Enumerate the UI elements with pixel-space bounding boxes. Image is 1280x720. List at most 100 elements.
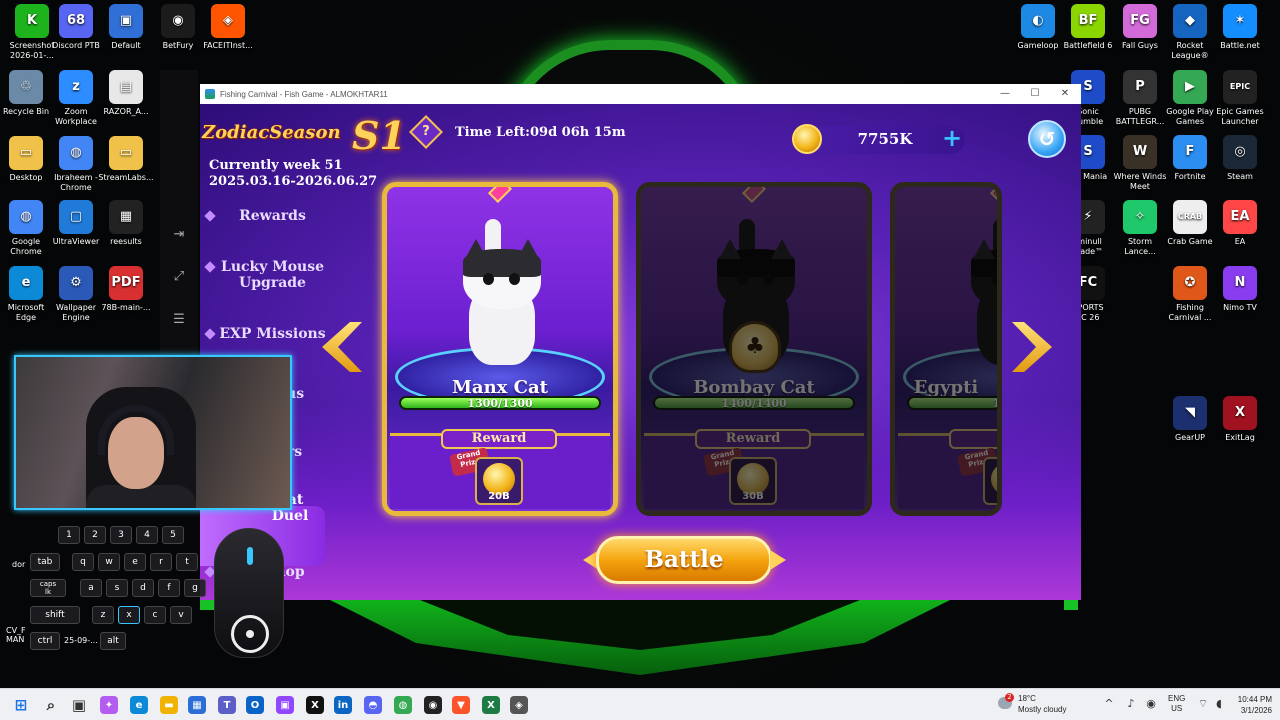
desktop-shortcut-label: ExitLag [1225,433,1255,442]
linkedin-icon[interactable]: in [334,696,352,714]
sign-in-icon[interactable]: ⇥ [172,228,186,242]
app-icon: ◈ [211,4,245,38]
volume-icon[interactable]: ◖ [1212,697,1226,711]
desktop-shortcut[interactable]: N Nimo TV [1208,266,1272,313]
mouse-overlay [214,528,284,658]
cat-ear-l [719,239,741,259]
excel-icon[interactable]: X [482,696,500,714]
prize-box: 30B [729,457,777,505]
weather-widget[interactable]: 18°C Mostly cloudy [1018,693,1066,715]
keyboard-key: 1 [58,526,80,544]
prize-box [983,457,997,505]
teams-icon[interactable]: T [218,696,236,714]
menu-item[interactable]: Rewards [200,208,345,224]
app-icon [205,89,215,99]
help-icon: ? [422,124,430,139]
menu-item[interactable]: EXP Missions [200,326,345,342]
app-icon: ▢ [59,200,93,234]
desktop-shortcut-label: Nimo TV [1223,303,1257,312]
desktop-shortcut[interactable]: PDF 78B-main-... [94,266,158,313]
app-icon: FG [1123,4,1157,38]
card-gem-icon [741,187,767,204]
time-left: Time Left:09d 06h 15m [455,125,626,140]
desktop-shortcut[interactable]: ✶ Battle.net [1208,4,1272,51]
desktop-shortcut[interactable]: ▦ reesults [94,200,158,247]
desktop-shortcut-label: reesults [110,237,142,246]
keyboard-key: w [98,553,120,571]
maximize-button[interactable]: ☐ [1020,84,1050,104]
desktop-shortcut[interactable]: ▭ StreamLabs... [94,136,158,183]
keyboard-key: e [124,553,146,571]
file-explorer-icon[interactable]: ▬ [160,696,178,714]
store-icon[interactable]: ▦ [188,696,206,714]
task-view-icon[interactable]: ▣ [70,696,88,714]
edge-icon[interactable]: e [130,696,148,714]
app-icon: ▣ [109,4,143,38]
keyboard-key: q [72,553,94,571]
prize-amount: 20B [488,491,510,502]
resize-icon[interactable]: ⤢ [172,270,186,284]
battle-button[interactable]: Battle [596,536,772,584]
cat-card[interactable]: Manx Cat 1300/1300 Reward Grand Prize 20B [382,182,618,516]
obs-icon[interactable]: ◉ [424,696,442,714]
desktop-shortcut[interactable]: EA EA [1208,200,1272,247]
copilot-icon[interactable]: ✦ [100,696,118,714]
desktop-shortcut[interactable]: ◈ FACEITInst... [196,4,260,51]
hp-bar: 1300/1300 [399,396,601,410]
menu-item[interactable]: Lucky Mouse Upgrade [200,259,345,291]
chrome-icon[interactable]: ◍ [394,696,412,714]
app-icon: ✪ [1173,266,1207,300]
close-button[interactable]: ✕ [1050,84,1080,104]
brave-icon[interactable]: ▼ [452,696,470,714]
language-indicator[interactable]: ENG US [1168,694,1185,714]
back-arrow-icon: ↺ [1038,127,1056,151]
prize-coin-icon [991,463,997,495]
desktop-shortcut[interactable]: EPIC Epic Games Launcher [1208,70,1272,127]
add-coins-button[interactable]: + [942,126,962,150]
help-button[interactable]: ? [409,115,443,149]
sliders-icon[interactable]: ☰ [172,313,186,327]
hp-bar: 1400/1400 [653,396,855,410]
x-icon[interactable]: X [306,696,324,714]
network-icon[interactable]: ◉ [1144,697,1158,711]
clock[interactable]: 10:44 PM 3/1/2026 [1228,694,1272,716]
search-icon[interactable]: ⌕ [42,696,60,714]
desktop-shortcut[interactable]: ◎ Steam [1208,135,1272,182]
back-button[interactable]: ↺ [1028,120,1066,158]
discord-icon[interactable]: ◓ [364,696,382,714]
lock-icon: ♣ [729,321,781,373]
game-icon[interactable]: ◈ [510,696,528,714]
hp-text: 1400/1400 [721,397,787,410]
start-icon[interactable]: ⊞ [12,696,30,714]
app-icon: EA [1223,200,1257,234]
keyboard-key: g [184,579,206,597]
cat-name: Egypti [913,377,979,398]
reward-label: Reward [695,429,811,449]
cat-ear-r [517,239,539,259]
app-icon: ✶ [1223,4,1257,38]
wifi-icon[interactable]: ⌔ [1196,697,1210,711]
next-cat-arrow[interactable] [1012,322,1052,372]
cat-ear-r [771,239,793,259]
desktop-shortcut-label: Epic Games Launcher [1216,107,1264,126]
window-title-bar[interactable]: Fishing Carnival - Fish Game - ALMOKHTAR… [200,84,1081,104]
card-gem-icon [989,187,997,204]
microphone-icon[interactable]: ♪ [1124,697,1138,711]
twitch-icon[interactable]: ▣ [276,696,294,714]
cat-card[interactable]: Egypti1600ReGrand Prize [890,182,1002,516]
app-icon: PDF [109,266,143,300]
cat-ear-l [465,239,487,259]
outlook-icon[interactable]: O [246,696,264,714]
cat-card[interactable]: ♣ Bombay Cat 1400/1400 Reward Grand Prize 30B [636,182,872,516]
desktop-shortcut[interactable]: X ExitLag [1208,396,1272,443]
keyboard-key: 3 [110,526,132,544]
app-icon: ▶ [1173,70,1207,104]
chevron-up-icon[interactable]: ^ [1102,697,1116,711]
desktop-shortcut-label: FACEITInst... [203,41,253,50]
keyboard-key: z [92,606,114,624]
desktop-shortcut[interactable]: ▤ RAZOR_A... [94,70,158,117]
app-icon: ⚙ [59,266,93,300]
season-badge: S1 [352,113,406,158]
desktop-shortcut-label: Steam [1227,172,1253,181]
minimize-button[interactable]: — [990,84,1020,104]
